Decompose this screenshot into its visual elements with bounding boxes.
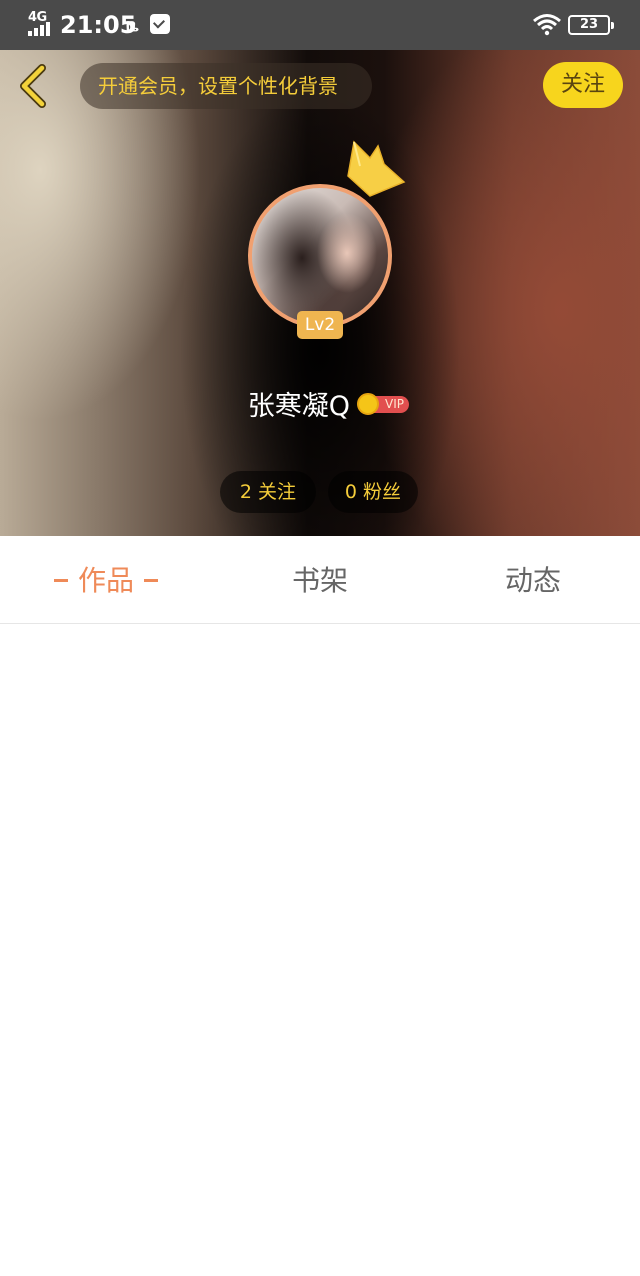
tab-works[interactable]: 作品 (20, 536, 192, 624)
vip-crown-icon (357, 393, 379, 415)
battery-icon: 23 (568, 15, 614, 35)
message-notification-icon (150, 14, 170, 34)
svg-text:ቤ: ቤ (126, 16, 139, 35)
app-notification-icon: ቤ (126, 13, 146, 36)
chevron-left-icon[interactable] (16, 64, 56, 108)
tab-works-label: 作品 (77, 564, 134, 597)
follow-button[interactable]: 关注 (543, 62, 623, 108)
status-bar: 4G 21:05 ቤ 23 (0, 0, 640, 50)
username: 张寒凝Q (247, 391, 350, 422)
tab-dynamic-label: 动态 (504, 564, 561, 597)
avatar[interactable] (248, 184, 392, 328)
fans-count[interactable]: 0 粉丝 (328, 471, 418, 513)
signal-icon (28, 22, 54, 36)
tab-bookshelf[interactable]: 书架 (250, 536, 390, 624)
vip-tag[interactable]: VIP (357, 393, 409, 415)
level-badge: Lv2 (297, 311, 343, 339)
status-time: 21:05 (60, 11, 137, 39)
wifi-icon (533, 14, 561, 36)
avatar-container[interactable] (248, 184, 392, 328)
works-content-area (0, 625, 640, 1276)
active-indicator-left (53, 578, 68, 582)
profile-header: 开通会员，设置个性化背景 关注 Lv2 张寒凝Q VIP 2 关注 0 粉丝 (0, 50, 640, 536)
profile-tabs: 作品 书架 动态 (0, 536, 640, 624)
crown-icon (347, 140, 406, 197)
tab-bookshelf-label: 书架 (291, 564, 348, 597)
active-indicator-right (144, 578, 158, 582)
following-count[interactable]: 2 关注 (220, 471, 316, 513)
vip-background-banner[interactable]: 开通会员，设置个性化背景 (80, 63, 372, 109)
tab-dynamic[interactable]: 动态 (463, 536, 603, 624)
